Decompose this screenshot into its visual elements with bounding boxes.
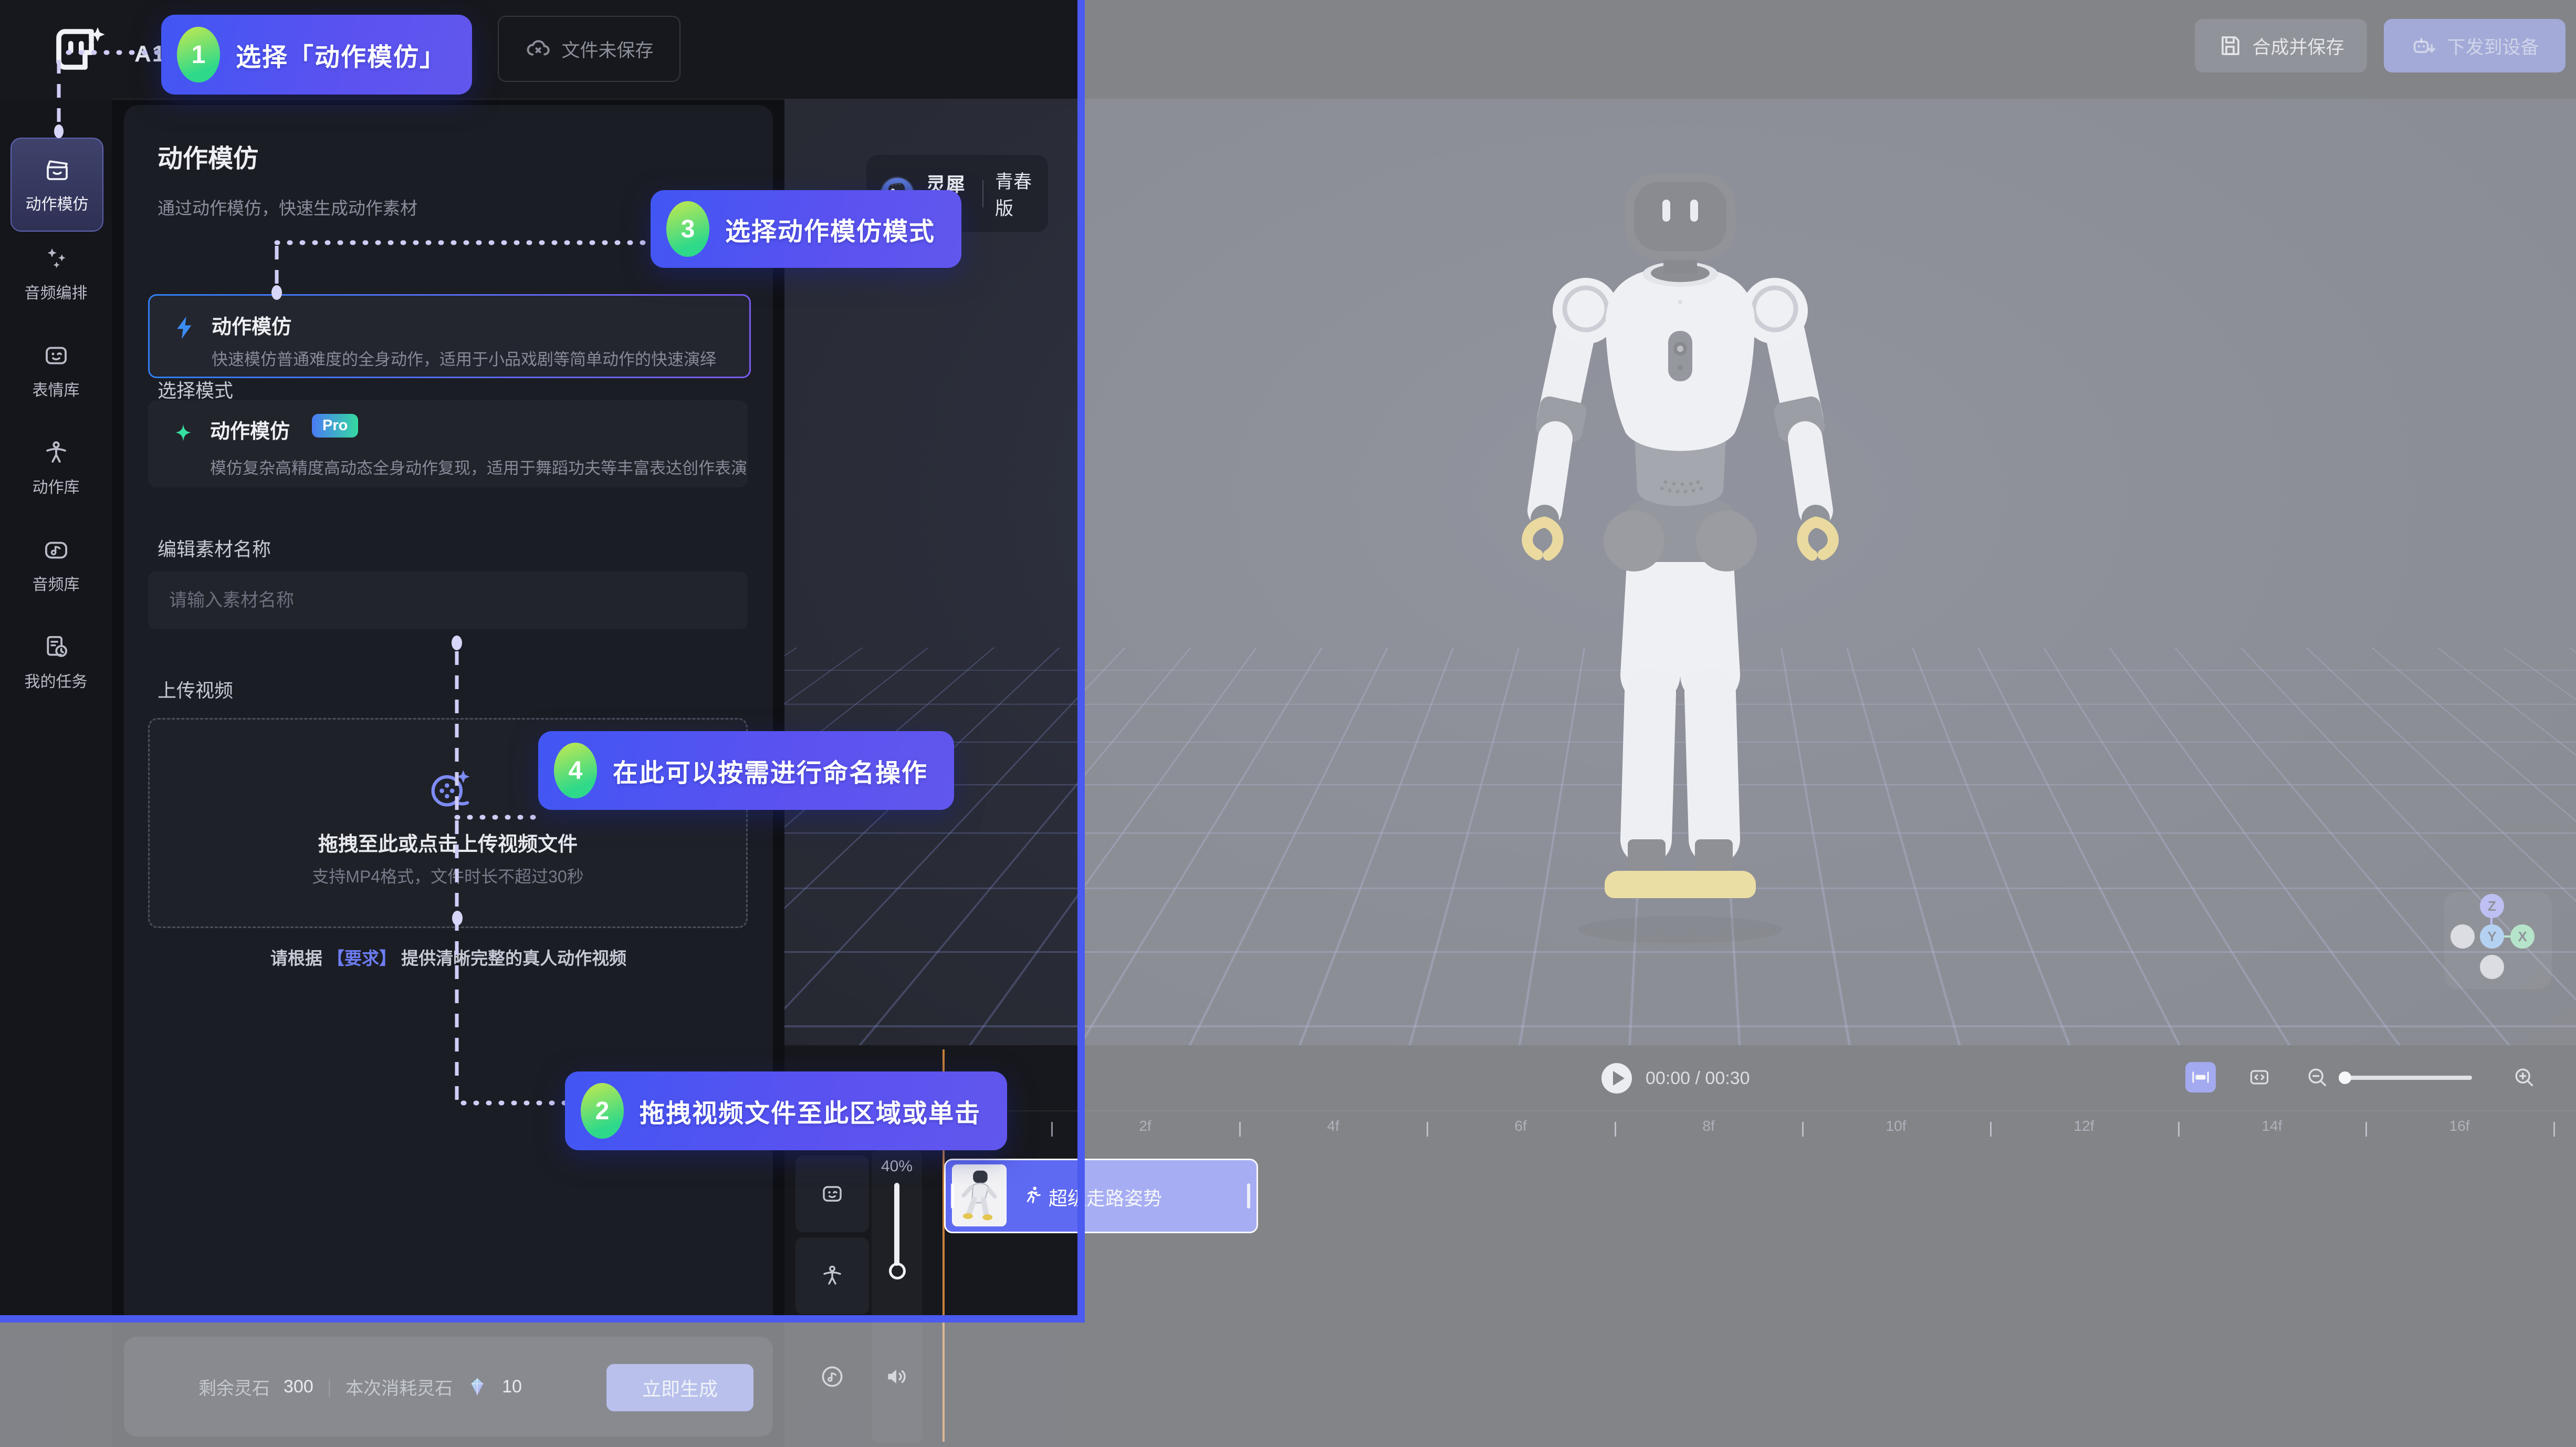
tutorial-step-4: 4 在此可以按需进行命名操作 [538,731,954,810]
sidebar-item-expression-lib[interactable]: 表情库 [11,325,101,417]
sidebar-item-action-lib[interactable]: 动作库 [11,422,101,514]
motion-imitation-icon [43,155,71,184]
file-unsaved-label: 文件未保存 [561,36,653,63]
clip-thumb-robot [952,1164,1007,1226]
step-1-text: 选择「动作模仿」 [236,36,446,73]
expression-lib-icon [42,341,70,370]
volume-slider-thumb[interactable] [889,1263,906,1279]
upload-video-icon [425,764,474,813]
sidebar-item-audio-lib[interactable]: 音频库 [11,519,101,611]
action-lib-icon [42,439,70,467]
robot-edition: 青春版 [995,167,1034,221]
pro-badge: Pro [312,414,358,438]
audio-lib-icon [42,536,70,564]
volume-value: 40% [872,1158,922,1175]
app-logo[interactable] [53,24,111,77]
sidebar-item-audio-arrange[interactable]: 音频编排 [11,227,101,319]
sidebar-item-label: 表情库 [33,377,80,400]
dim-overlay-right [1085,0,2576,1447]
mode-name: 动作模仿 [210,415,290,444]
requirements-link[interactable]: 【要求】 [327,949,396,968]
sidebar-item-motion-imitation[interactable]: 动作模仿 [11,138,103,232]
sidebar-item-label: 动作模仿 [26,191,89,214]
panel-subtitle: 通过动作模仿，快速生成动作素材 [158,194,417,220]
spotlight-border-horizontal [0,1315,1085,1323]
sidebar-item-label: 音频编排 [25,280,88,303]
expression-track-icon [820,1181,845,1206]
cloud-unsaved-icon [525,35,552,63]
sidebar-nav: 动作模仿 音频编排 表情库 [0,99,112,1447]
runner-icon [1022,1184,1043,1205]
my-tasks-icon [42,633,70,661]
spotlight-border-vertical [1077,0,1085,1323]
mode-name: 动作模仿 [212,310,291,339]
clip-trim-left[interactable] [951,1183,954,1209]
clip-thumbnail [952,1164,1007,1226]
badge-divider [982,180,983,207]
mode-desc: 模仿复杂高精度高动态全身动作复现，适用于舞蹈功夫等丰富表达创作表演 [210,455,747,478]
ruler-tick [1051,1122,1053,1137]
step-3-number: 3 [666,201,709,257]
tutorial-step-2: 2 拖拽视频文件至此区域或单击 [565,1071,1007,1150]
dim-overlay-bottom [0,1323,1085,1447]
expression-track-button[interactable] [795,1155,869,1232]
material-name-field [148,571,748,629]
lightning-icon [171,314,199,342]
sidebar-item-label: 动作库 [33,474,80,497]
volume-slider[interactable] [894,1183,899,1266]
material-name-input[interactable] [148,571,748,629]
robot-logo-icon [53,24,111,77]
upload-note: 请根据 【要求】 提供清晰完整的真人动作视频 [124,944,773,970]
step-2-number: 2 [581,1083,624,1139]
sidebar-item-my-tasks[interactable]: 我的任务 [11,616,101,708]
sidebar-item-label: 音频库 [33,571,80,595]
motion-track-button[interactable] [795,1237,869,1314]
mode-desc: 快速模仿普通难度的全身动作，适用于小品戏剧等简单动作的快速演绎 [212,346,716,370]
step-2-text: 拖拽视频文件至此区域或单击 [640,1092,981,1129]
step-1-number: 1 [177,27,220,82]
dropzone-hint: 支持MP4格式，文件时长不超过30秒 [150,863,746,888]
note-suffix: 提供清晰完整的真人动作视频 [401,949,626,968]
name-section-label: 编辑素材名称 [158,534,271,561]
mode-card-fast[interactable]: 动作模仿 快速模仿普通难度的全身动作，适用于小品戏剧等简单动作的快速演绎 [148,294,751,378]
mode-card-pro[interactable]: 动作模仿 Pro 模仿复杂高精度高动态全身动作复现，适用于舞蹈功夫等丰富表达创作… [148,400,748,487]
mode-section-label: 选择模式 [158,376,233,403]
tutorial-step-3: 3 选择动作模仿模式 [651,190,961,268]
sparkle-icon [169,421,197,450]
audio-arrange-icon [42,244,70,273]
sidebar-item-label: 我的任务 [25,669,88,692]
note-prefix: 请根据 [270,949,322,968]
dropzone-title: 拖拽至此或点击上传视频文件 [150,828,746,857]
upload-section-label: 上传视频 [158,675,233,703]
file-unsaved-chip[interactable]: 文件未保存 [498,16,680,82]
step-3-text: 选择动作模仿模式 [725,211,935,247]
step-4-text: 在此可以按需进行命名操作 [613,752,928,789]
tutorial-step-1: 1 选择「动作模仿」 [161,15,472,95]
motion-track-icon [820,1263,845,1288]
step-4-number: 4 [554,743,597,798]
panel-title: 动作模仿 [158,138,258,174]
app-root: A1机 文件未保存 合成并保存 下发到设备 [0,0,2576,1447]
